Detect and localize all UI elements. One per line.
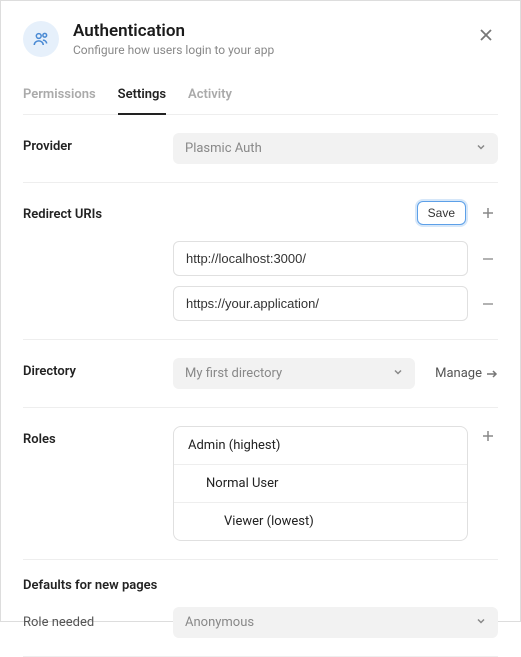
- tab-settings[interactable]: Settings: [118, 77, 166, 114]
- tab-permissions[interactable]: Permissions: [23, 77, 96, 114]
- roles-label: Roles: [23, 426, 173, 447]
- page-title: Authentication: [73, 21, 474, 41]
- chevron-down-icon: [393, 366, 403, 381]
- role-item[interactable]: Admin (highest): [174, 427, 467, 465]
- role-needed-select[interactable]: Anonymous: [173, 607, 498, 638]
- provider-label: Provider: [23, 133, 173, 154]
- remove-uri-button[interactable]: [478, 294, 498, 314]
- close-icon: [479, 28, 493, 42]
- role-item[interactable]: Viewer (lowest): [174, 503, 467, 540]
- role-needed-value: Anonymous: [185, 615, 254, 630]
- minus-icon: [482, 253, 494, 265]
- directory-label: Directory: [23, 358, 173, 379]
- users-icon: [23, 21, 59, 57]
- role-needed-label: Role needed: [23, 615, 173, 630]
- provider-value: Plasmic Auth: [185, 141, 262, 156]
- redirect-label: Redirect URIs: [23, 201, 173, 222]
- manage-label: Manage: [435, 366, 482, 381]
- defaults-header: Defaults for new pages: [23, 560, 498, 607]
- plus-icon: [482, 430, 494, 442]
- add-role-button[interactable]: [478, 426, 498, 446]
- minus-icon: [482, 298, 494, 310]
- chevron-down-icon: [476, 615, 486, 630]
- save-button[interactable]: Save: [417, 201, 466, 225]
- directory-select[interactable]: My first directory: [173, 358, 415, 389]
- redirect-uri-input[interactable]: [173, 241, 468, 276]
- roles-list: Admin (highest) Normal User Viewer (lowe…: [173, 426, 468, 541]
- chevron-down-icon: [476, 141, 486, 156]
- page-subtitle: Configure how users login to your app: [73, 43, 474, 57]
- provider-select[interactable]: Plasmic Auth: [173, 133, 498, 164]
- tabs: Permissions Settings Activity: [23, 77, 498, 115]
- add-uri-button[interactable]: [478, 203, 498, 223]
- directory-value: My first directory: [185, 366, 282, 381]
- arrow-right-icon: [486, 369, 498, 379]
- close-button[interactable]: [474, 23, 498, 47]
- tab-activity[interactable]: Activity: [188, 77, 232, 114]
- redirect-uri-input[interactable]: [173, 286, 468, 321]
- role-item[interactable]: Normal User: [174, 465, 467, 503]
- remove-uri-button[interactable]: [478, 249, 498, 269]
- manage-link[interactable]: Manage: [435, 366, 498, 381]
- plus-icon: [482, 207, 494, 219]
